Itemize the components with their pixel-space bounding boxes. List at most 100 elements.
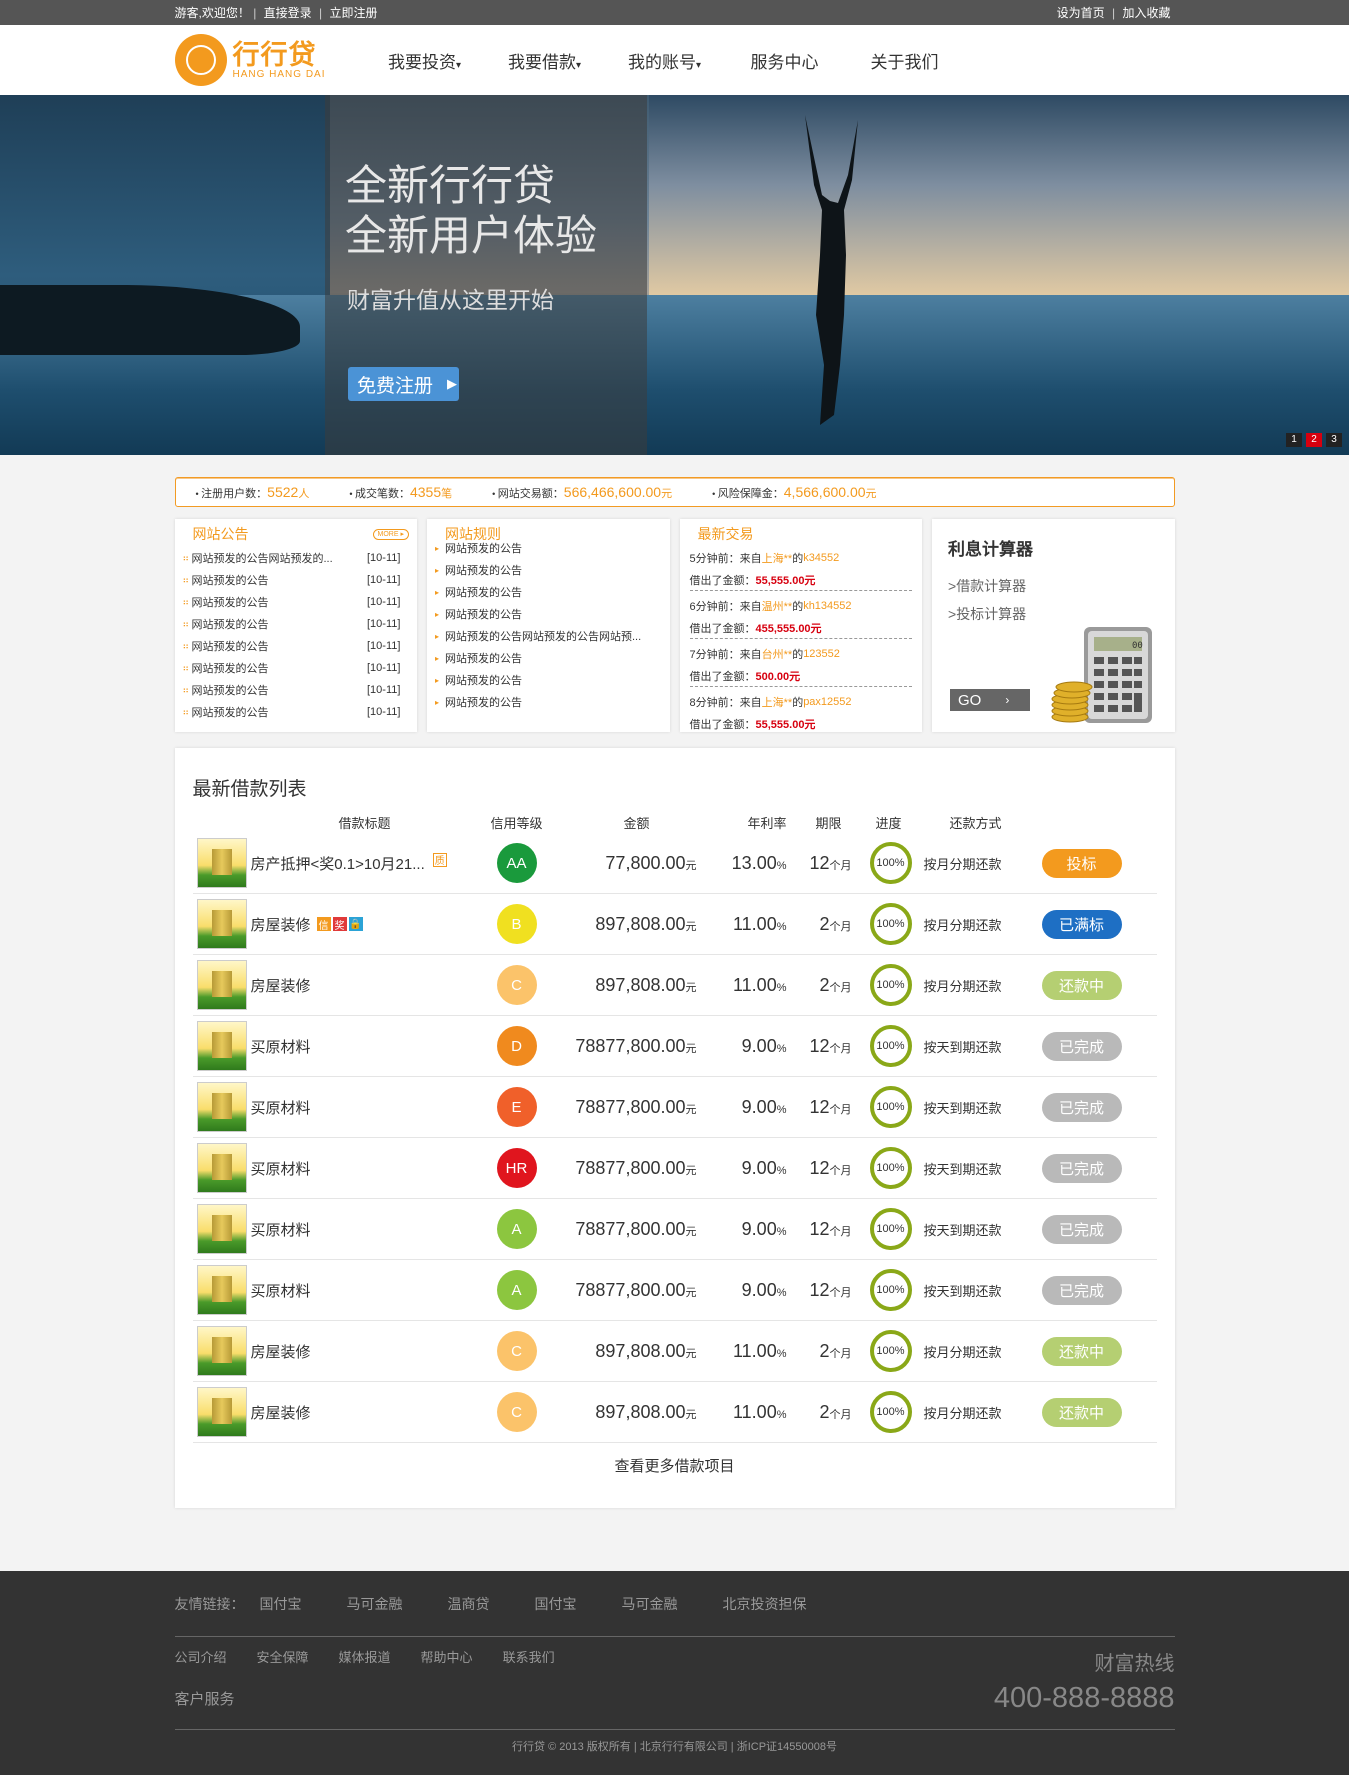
slide-dot[interactable]: 3 bbox=[1326, 433, 1342, 447]
building-thumbnail-image[interactable] bbox=[196, 1143, 247, 1193]
rule-item[interactable]: ▸网站预发的公告 bbox=[435, 713, 662, 717]
status-cell: 还款中 bbox=[1041, 1397, 1122, 1427]
rule-item[interactable]: ▸网站预发的公告 bbox=[435, 669, 662, 691]
table-row: 房屋装修 C 897,808.00元 11.00% 2个月 100% 按月分期还款 还款中 bbox=[192, 1382, 1157, 1443]
go-button[interactable]: GO › bbox=[950, 689, 1030, 711]
rule-item[interactable]: ▸网站预发的公告 bbox=[435, 559, 662, 581]
friend-link[interactable]: 马可金融 bbox=[622, 1594, 678, 1614]
loan-title[interactable]: 买原材料 bbox=[251, 1097, 311, 1118]
building-thumbnail-image[interactable] bbox=[196, 899, 247, 949]
nav-item[interactable]: 我要投资▾ bbox=[365, 48, 485, 73]
status-button[interactable]: 已完成 bbox=[1041, 1214, 1122, 1244]
nav-item[interactable]: 服务中心 bbox=[725, 48, 845, 73]
loan-tag-icon: 奖 bbox=[332, 917, 347, 932]
status-button[interactable]: 已完成 bbox=[1041, 1031, 1122, 1061]
deal-city: 台州** bbox=[761, 649, 793, 661]
stat-value: 5522 bbox=[267, 483, 299, 500]
slide-dot[interactable]: 2 bbox=[1306, 433, 1322, 447]
status-button[interactable]: 投标 bbox=[1041, 848, 1122, 878]
loan-title[interactable]: 买原材料 bbox=[251, 1158, 311, 1179]
friend-link[interactable]: 国付宝 bbox=[260, 1594, 302, 1614]
status-button[interactable]: 已完成 bbox=[1041, 1092, 1122, 1122]
deal-of: 的 bbox=[792, 553, 804, 565]
loan-title[interactable]: 买原材料 bbox=[251, 1036, 311, 1057]
nav-item-label: 服务中心 bbox=[750, 52, 819, 72]
building-thumbnail-image[interactable] bbox=[196, 1204, 247, 1254]
announcement-item[interactable]: ⠶ 网站预发的公告 [10-11] bbox=[183, 569, 410, 591]
rule-item[interactable]: ▸ 网站预发的公告网站预发的公告网站预... bbox=[435, 625, 662, 647]
register-link[interactable]: 立即注册 bbox=[325, 6, 381, 20]
stat-unit: 元 bbox=[865, 487, 877, 500]
month-unit: 个月 bbox=[829, 1042, 852, 1055]
announcement-item[interactable]: ⠶ 网站预发的公告 [10-11] bbox=[183, 657, 410, 679]
nav-item[interactable]: 关于我们 bbox=[845, 48, 965, 73]
favorite-link[interactable]: 加入收藏 bbox=[1118, 6, 1174, 20]
friend-link[interactable]: 国付宝 bbox=[535, 1594, 577, 1614]
banner-title-1: 全新行行贷 bbox=[345, 162, 556, 209]
login-link[interactable]: 直接登录 bbox=[260, 6, 316, 20]
announcement-item[interactable]: ⠶ 网站预发的公告 [10-11] bbox=[183, 635, 410, 657]
status-cell: 还款中 bbox=[1041, 1336, 1122, 1366]
friend-link[interactable]: 温商贷 bbox=[448, 1594, 490, 1614]
rule-item[interactable]: ▸网站预发的公告 bbox=[435, 537, 662, 559]
nav-item[interactable]: 我要借款▾ bbox=[485, 48, 605, 73]
deal-lent-label: 借出了金额： bbox=[689, 622, 756, 635]
rate-cell: 13.00% bbox=[697, 853, 787, 874]
loan-rate: 9.00 bbox=[741, 1096, 777, 1117]
building-thumbnail-image[interactable] bbox=[196, 1387, 247, 1437]
status-button[interactable]: 还款中 bbox=[1041, 1336, 1122, 1366]
status-button[interactable]: 还款中 bbox=[1041, 1397, 1122, 1427]
building-thumbnail-image[interactable] bbox=[196, 1082, 247, 1132]
footer-nav-link[interactable]: 媒体报道 bbox=[339, 1647, 391, 1666]
slide-dot[interactable]: 1 bbox=[1286, 433, 1302, 447]
logo[interactable]: 行行贷 HANG HANG DAI bbox=[174, 34, 375, 86]
footer-nav-link[interactable]: 公司介绍 bbox=[175, 1647, 227, 1666]
more-loans-link[interactable]: 查看更多借款项目 bbox=[193, 1455, 1157, 1476]
loan-title-cell: 买原材料 bbox=[251, 1280, 487, 1301]
deal-amount: 55,555.00元 bbox=[755, 719, 816, 731]
customer-service-link[interactable]: 客户服务 bbox=[175, 1688, 585, 1709]
loan-title[interactable]: 房屋装修 bbox=[251, 914, 311, 935]
loan-title[interactable]: 房产抵押<奖0.1>10月21... bbox=[251, 853, 425, 874]
status-button[interactable]: 已满标 bbox=[1041, 909, 1122, 939]
percent-unit: % bbox=[776, 1042, 787, 1055]
bullet-icon: ⠶ bbox=[182, 684, 190, 695]
rule-item[interactable]: ▸网站预发的公告 bbox=[435, 691, 662, 713]
announcement-item[interactable]: ⠶ 网站预发的公告 [10-11] bbox=[183, 679, 410, 701]
footer-nav-link[interactable]: 联系我们 bbox=[503, 1647, 555, 1666]
friend-link[interactable]: 北京投资担保 bbox=[723, 1594, 807, 1614]
building-thumbnail-image[interactable] bbox=[196, 1265, 247, 1315]
status-button[interactable]: 已完成 bbox=[1041, 1275, 1122, 1305]
announcement-item[interactable]: ⠶ 网站预发的公告 [10-11] bbox=[183, 591, 410, 613]
building-thumbnail-image[interactable] bbox=[196, 838, 247, 888]
building-thumbnail-image[interactable] bbox=[196, 1021, 247, 1071]
status-button[interactable]: 已完成 bbox=[1041, 1153, 1122, 1183]
announcement-item[interactable]: ⠶ 网站预发的公告网站预发的... [10-11] bbox=[183, 547, 410, 569]
rule-item[interactable]: ▸网站预发的公告 bbox=[435, 647, 662, 669]
footer-nav-link[interactable]: 帮助中心 bbox=[421, 1647, 473, 1666]
bullet-icon: ⠶ bbox=[182, 552, 190, 563]
loan-title[interactable]: 房屋装修 bbox=[251, 975, 311, 996]
loan-calculator-link[interactable]: >借款计算器 bbox=[948, 576, 1167, 596]
loan-title[interactable]: 买原材料 bbox=[251, 1280, 311, 1301]
building-thumbnail-image[interactable] bbox=[196, 1326, 247, 1376]
loan-title[interactable]: 房屋装修 bbox=[251, 1402, 311, 1423]
more-button[interactable]: MORE ▸ bbox=[372, 528, 409, 540]
nav-item-label: 我要借款 bbox=[507, 52, 576, 72]
announcement-text: 网站预发的公告 bbox=[191, 707, 269, 719]
nav-item[interactable]: 我的账号▾ bbox=[605, 48, 725, 73]
friend-link[interactable]: 马可金融 bbox=[347, 1594, 403, 1614]
set-home-link[interactable]: 设为首页 bbox=[1053, 6, 1109, 20]
building-thumbnail-image[interactable] bbox=[196, 960, 247, 1010]
footer-nav-link[interactable]: 安全保障 bbox=[257, 1647, 309, 1666]
loan-title[interactable]: 房屋装修 bbox=[251, 1341, 311, 1362]
announcement-item[interactable]: ⠶ 网站预发的公告 [10-11] bbox=[183, 613, 410, 635]
col-title: 借款标题 bbox=[338, 815, 391, 831]
free-register-button[interactable]: 免费注册 ▶ bbox=[348, 367, 459, 401]
rule-item[interactable]: ▸网站预发的公告 bbox=[435, 603, 662, 625]
announcement-item[interactable]: ⠶ 网站预发的公告 [10-11] bbox=[183, 701, 410, 723]
status-button[interactable]: 还款中 bbox=[1041, 970, 1122, 1000]
loan-title[interactable]: 买原材料 bbox=[251, 1219, 311, 1240]
rule-item[interactable]: ▸网站预发的公告 bbox=[435, 581, 662, 603]
bid-calculator-link[interactable]: >投标计算器 bbox=[948, 604, 1167, 624]
